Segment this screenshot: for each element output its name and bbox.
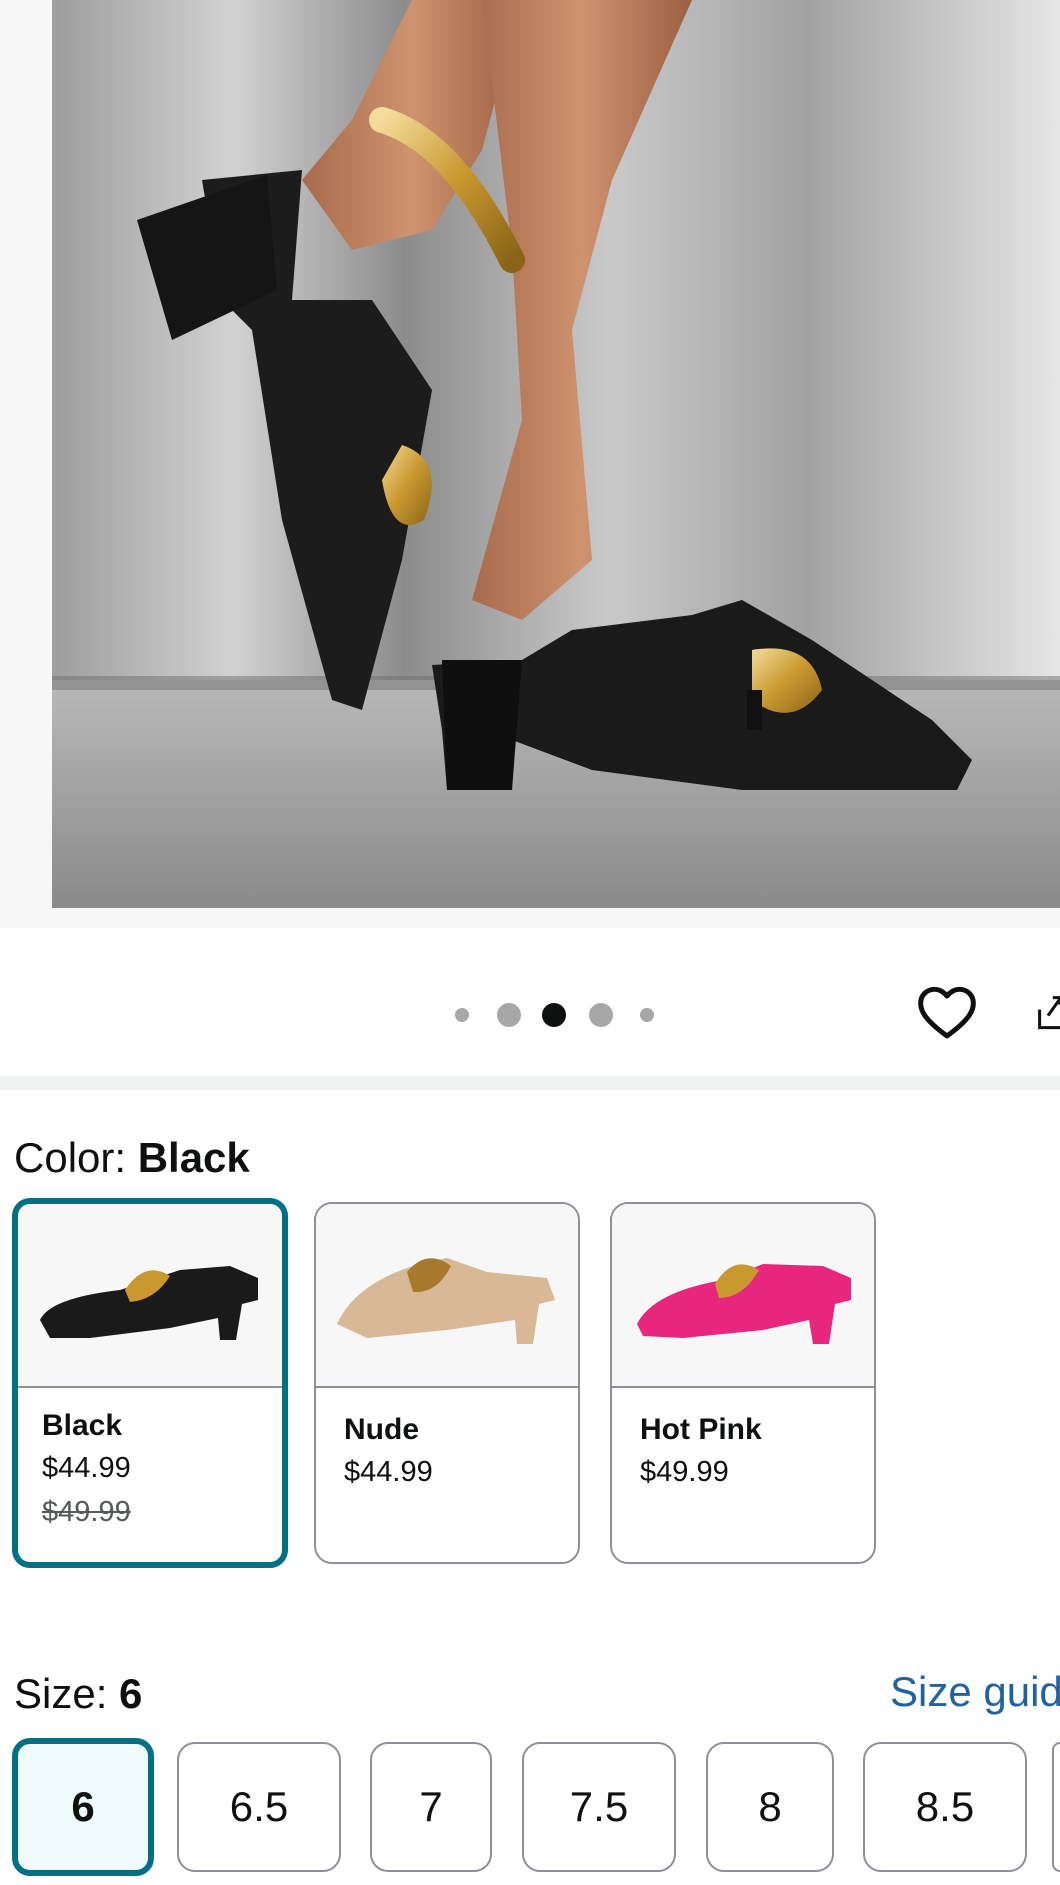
- size-option-6[interactable]: 6: [12, 1738, 154, 1876]
- size-heading: Size: 6: [14, 1668, 142, 1720]
- color-swatch-hot-pink[interactable]: Hot Pink $49.99: [610, 1202, 876, 1564]
- size-label-text: Size:: [14, 1670, 120, 1717]
- size-option-7[interactable]: 7: [370, 1742, 492, 1872]
- size-option-6-5[interactable]: 6.5: [177, 1742, 341, 1872]
- gallery-dot[interactable]: [455, 1008, 469, 1022]
- gallery-dot[interactable]: [640, 1008, 654, 1022]
- heart-icon[interactable]: [915, 982, 979, 1042]
- gallery-pagination: [0, 999, 1060, 1029]
- selected-size-value: 6: [119, 1670, 143, 1717]
- swatch-name: Hot Pink: [640, 1413, 762, 1446]
- size-guide-link[interactable]: Size guide: [890, 1666, 1060, 1718]
- swatch-list-price: $49.99: [42, 1496, 131, 1528]
- shoe-thumbnail-nude: [337, 1258, 555, 1344]
- color-label-text: Color:: [14, 1134, 138, 1181]
- swatch-price: $49.99: [640, 1456, 729, 1488]
- swatch-price: $44.99: [344, 1456, 433, 1488]
- product-photo[interactable]: [52, 0, 1060, 908]
- gallery-dot-active[interactable]: [542, 1003, 566, 1027]
- swatch-name: Black: [42, 1409, 123, 1442]
- selected-color-value: Black: [137, 1134, 250, 1181]
- product-photo-illustration: [52, 0, 1060, 908]
- swatch-name: Nude: [344, 1413, 419, 1446]
- color-swatch-black[interactable]: Black $44.99 $49.99: [12, 1198, 288, 1568]
- size-option-partial[interactable]: [1052, 1742, 1060, 1872]
- size-option-7-5[interactable]: 7.5: [522, 1742, 676, 1872]
- shoe-thumbnail-black: [40, 1266, 258, 1340]
- section-divider: [0, 1076, 1060, 1090]
- gallery-dot[interactable]: [589, 1003, 613, 1027]
- swatch-price: $44.99: [42, 1452, 131, 1484]
- size-option-8-5[interactable]: 8.5: [863, 1742, 1027, 1872]
- size-option-8[interactable]: 8: [706, 1742, 834, 1872]
- color-heading: Color: Black: [14, 1132, 250, 1184]
- color-swatch-thumbnail: [316, 1204, 578, 1388]
- color-swatch-thumbnail: [612, 1204, 874, 1388]
- shoe-thumbnail-hot-pink: [637, 1264, 851, 1344]
- color-swatch-nude[interactable]: Nude $44.99: [314, 1202, 580, 1564]
- product-image-gallery[interactable]: [0, 0, 1060, 1039]
- share-icon[interactable]: [1036, 982, 1060, 1042]
- color-swatch-thumbnail: [18, 1204, 282, 1388]
- gallery-dot[interactable]: [497, 1003, 521, 1027]
